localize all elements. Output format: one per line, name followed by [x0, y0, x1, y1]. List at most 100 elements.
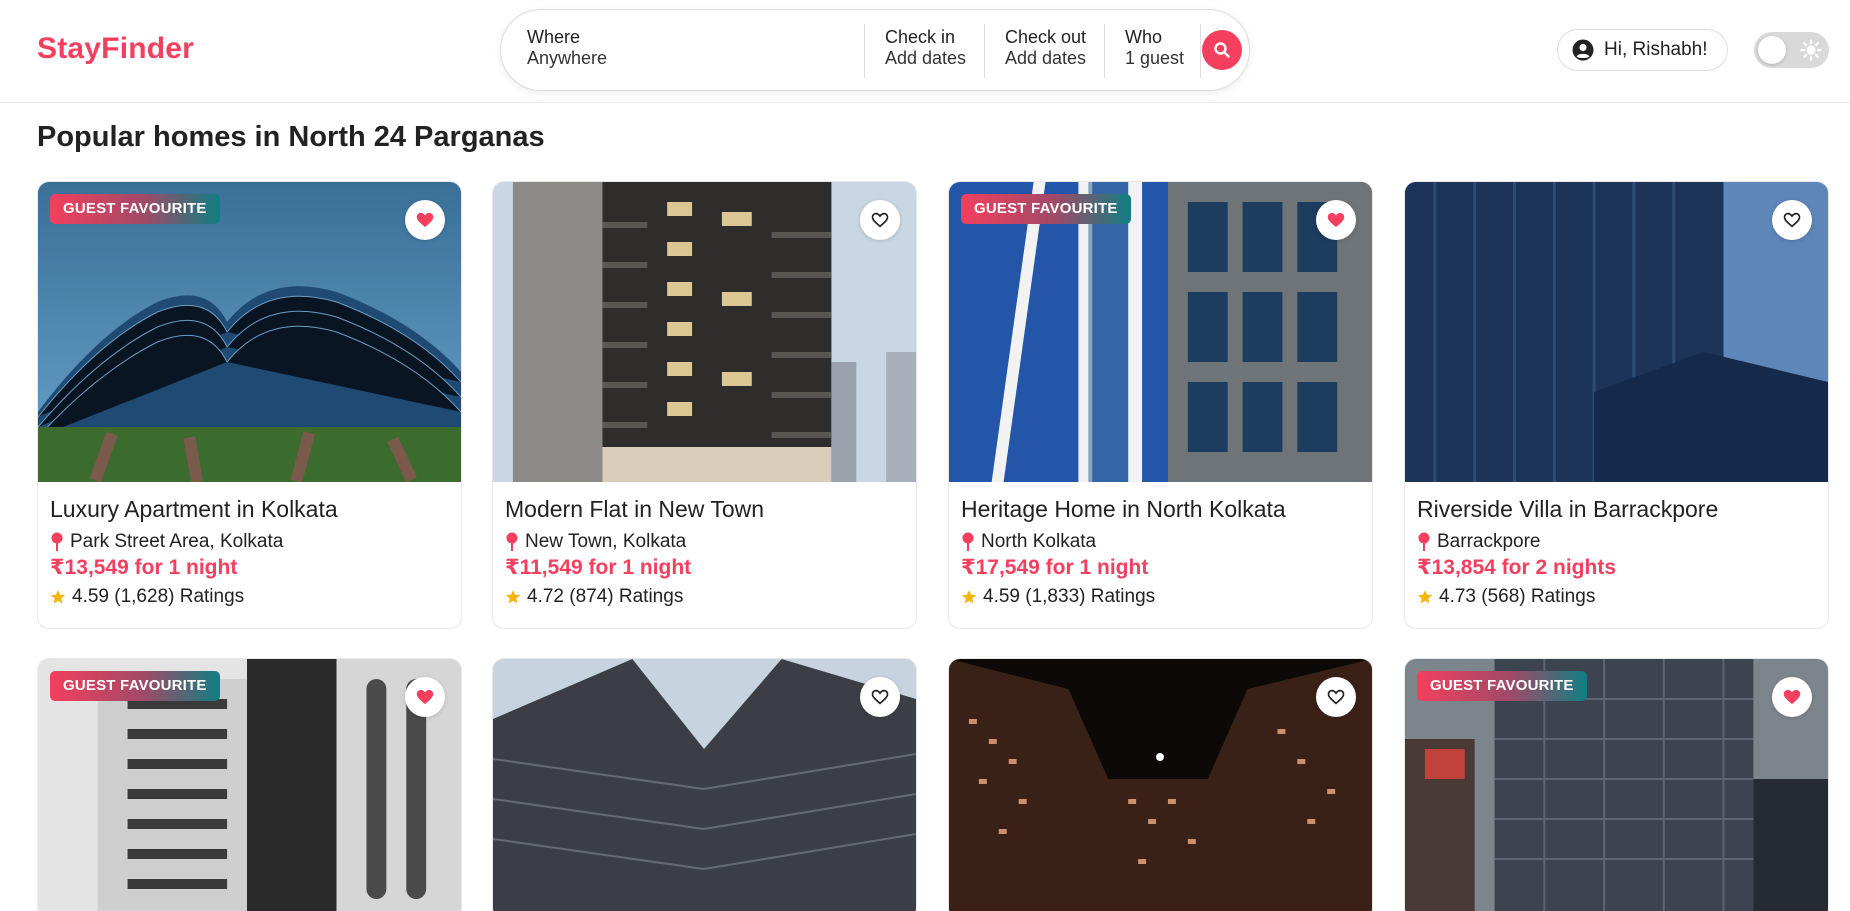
- favorite-button[interactable]: [860, 200, 900, 240]
- favorite-button[interactable]: [405, 200, 445, 240]
- heart-filled-icon: [1327, 212, 1345, 228]
- heart-filled-icon: [1783, 689, 1801, 705]
- top-header: StayFinder Where Anywhere Check in Add d…: [0, 0, 1850, 103]
- where-value: Anywhere: [527, 48, 608, 68]
- listing-photo[interactable]: GUEST FAVOURITE: [38, 659, 461, 911]
- user-greeting: Hi, Rishabh!: [1604, 39, 1708, 60]
- search-who[interactable]: Who 1 guest: [1125, 27, 1184, 69]
- listing-card[interactable]: GUEST FAVOURITE: [37, 658, 462, 911]
- favorite-button[interactable]: [1772, 200, 1812, 240]
- listing-photo[interactable]: [1405, 182, 1828, 482]
- listing-photo[interactable]: GUEST FAVOURITE: [949, 182, 1372, 482]
- listing-card[interactable]: GUEST FAVOURITE Heritage Home in North K…: [948, 181, 1373, 629]
- guest-favourite-badge: GUEST FAVOURITE: [1417, 671, 1587, 701]
- location-pin-icon: [51, 532, 63, 551]
- divider: [1104, 24, 1105, 78]
- listing-title[interactable]: Modern Flat in New Town: [505, 496, 904, 523]
- listing-card[interactable]: [492, 658, 917, 911]
- search-check-out[interactable]: Check out Add dates: [1005, 27, 1086, 69]
- listing-info: Modern Flat in New Town New Town, Kolkat…: [493, 482, 916, 628]
- listing-photo[interactable]: GUEST FAVOURITE: [38, 182, 461, 482]
- who-value: 1 guest: [1125, 48, 1185, 68]
- heart-outline-icon: [871, 689, 889, 705]
- listing-image: [493, 659, 916, 911]
- listing-location: New Town, Kolkata: [505, 531, 904, 553]
- listing-location: Barrackpore: [1417, 531, 1816, 553]
- search-check-in[interactable]: Check in Add dates: [885, 27, 966, 69]
- sun-icon: [1800, 39, 1822, 61]
- rating-text: 4.73 (568) Ratings: [1439, 586, 1596, 607]
- star-icon: [50, 590, 66, 604]
- toggle-knob: [1758, 36, 1786, 64]
- favorite-button[interactable]: [1316, 200, 1356, 240]
- heart-outline-icon: [1783, 212, 1801, 228]
- listing-card[interactable]: Riverside Villa in Barrackpore Barrackpo…: [1404, 181, 1829, 629]
- listing-image: [949, 182, 1372, 482]
- listing-card[interactable]: GUEST FAVOURITE: [1404, 658, 1829, 911]
- listing-location: Park Street Area, Kolkata: [50, 531, 449, 553]
- listing-image: [38, 182, 461, 482]
- location-pin-icon: [1418, 532, 1430, 551]
- listing-card[interactable]: Modern Flat in New Town New Town, Kolkat…: [492, 181, 917, 629]
- search-icon: [1214, 42, 1230, 58]
- location-pin-icon: [506, 532, 518, 551]
- search-where[interactable]: Where Anywhere: [527, 27, 607, 69]
- heart-outline-icon: [1327, 689, 1345, 705]
- listing-rating: 4.73 (568) Ratings: [1417, 586, 1816, 608]
- listing-info: Riverside Villa in Barrackpore Barrackpo…: [1405, 482, 1828, 628]
- search-button[interactable]: [1202, 30, 1242, 70]
- who-label: Who: [1125, 27, 1163, 47]
- location-text: Park Street Area, Kolkata: [70, 531, 284, 552]
- listing-price: ₹17,549 for 1 night: [961, 556, 1149, 579]
- listing-card[interactable]: [948, 658, 1373, 911]
- listing-title[interactable]: Heritage Home in North Kolkata: [961, 496, 1360, 523]
- check-out-label: Check out: [1005, 27, 1087, 47]
- location-pin-icon: [962, 532, 974, 551]
- star-icon: [505, 590, 521, 604]
- check-out-value: Add dates: [1005, 48, 1087, 68]
- favorite-button[interactable]: [1316, 677, 1356, 717]
- brand-logo[interactable]: StayFinder: [37, 32, 194, 66]
- theme-toggle[interactable]: [1754, 32, 1829, 68]
- listing-photo[interactable]: [493, 659, 916, 911]
- listing-photo[interactable]: [493, 182, 916, 482]
- favorite-button[interactable]: [860, 677, 900, 717]
- listing-title[interactable]: Luxury Apartment in Kolkata: [50, 496, 449, 523]
- listing-price: ₹13,854 for 2 nights: [1417, 556, 1617, 579]
- location-text: North Kolkata: [981, 531, 1097, 552]
- guest-favourite-badge: GUEST FAVOURITE: [50, 671, 220, 701]
- listing-image: [493, 182, 916, 482]
- listing-rating: 4.72 (874) Ratings: [505, 586, 904, 608]
- listing-photo[interactable]: GUEST FAVOURITE: [1405, 659, 1828, 911]
- star-icon: [1417, 590, 1433, 604]
- location-text: Barrackpore: [1437, 531, 1541, 552]
- listing-rating: 4.59 (1,833) Ratings: [961, 586, 1360, 608]
- listing-price: ₹13,549 for 1 night: [50, 556, 238, 579]
- heart-outline-icon: [871, 212, 889, 228]
- guest-favourite-badge: GUEST FAVOURITE: [50, 194, 220, 224]
- search-bar[interactable]: Where Anywhere Check in Add dates Check …: [500, 9, 1250, 91]
- divider: [864, 24, 865, 78]
- favorite-button[interactable]: [405, 677, 445, 717]
- listing-photo[interactable]: [949, 659, 1372, 911]
- rating-text: 4.72 (874) Ratings: [527, 586, 684, 607]
- listing-location: North Kolkata: [961, 531, 1360, 553]
- rating-text: 4.59 (1,628) Ratings: [72, 586, 245, 607]
- listing-image: [1405, 182, 1828, 482]
- heart-filled-icon: [416, 689, 434, 705]
- heart-filled-icon: [416, 212, 434, 228]
- guest-favourite-badge: GUEST FAVOURITE: [961, 194, 1131, 224]
- divider: [984, 24, 985, 78]
- location-text: New Town, Kolkata: [525, 531, 687, 552]
- listing-price: ₹11,549 for 1 night: [505, 556, 692, 579]
- divider: [1200, 24, 1201, 78]
- user-menu-button[interactable]: Hi, Rishabh!: [1557, 29, 1728, 71]
- listing-card[interactable]: GUEST FAVOURITE Luxury Apartment in Kolk…: [37, 181, 462, 629]
- rating-text: 4.59 (1,833) Ratings: [983, 586, 1156, 607]
- where-label: Where: [527, 27, 581, 47]
- listing-title[interactable]: Riverside Villa in Barrackpore: [1417, 496, 1816, 523]
- section-title: Popular homes in North 24 Parganas: [37, 121, 545, 153]
- check-in-value: Add dates: [885, 48, 967, 68]
- favorite-button[interactable]: [1772, 677, 1812, 717]
- listing-info: Luxury Apartment in Kolkata Park Street …: [38, 482, 461, 628]
